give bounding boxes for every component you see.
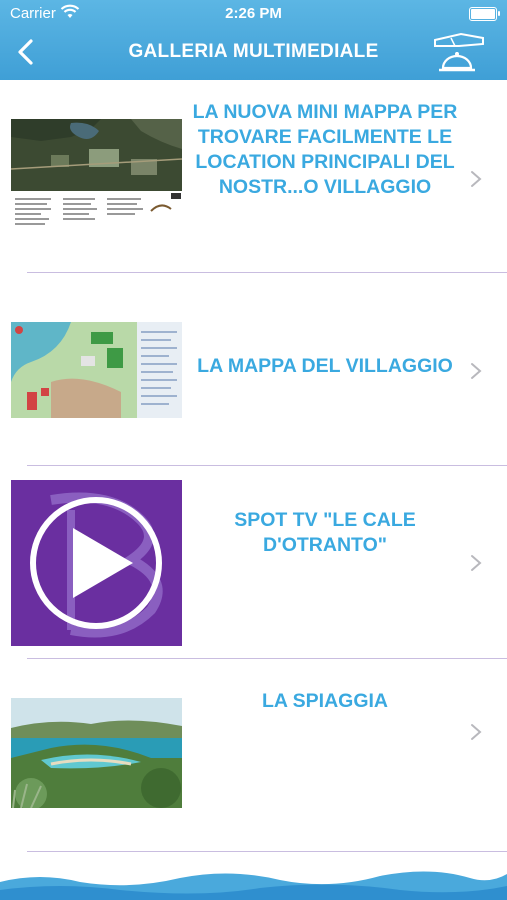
gallery-item-beach[interactable]: LA SPIAGGIA — [0, 659, 507, 852]
video-thumbnail — [11, 480, 182, 646]
chevron-right-icon — [471, 555, 482, 571]
row-separator — [27, 851, 507, 852]
gallery-item-title: LA SPIAGGIA — [261, 690, 389, 712]
gallery-item-title: LA MAPPA DEL VILLAGGIO — [197, 355, 453, 377]
gallery-list: LA NUOVA MINI MAPPA PER TROVARE FACILMEN… — [0, 80, 507, 852]
gallery-item-village-map[interactable]: LA MAPPA DEL VILLAGGIO — [0, 273, 507, 466]
village-map-thumbnail — [11, 322, 182, 418]
battery-icon — [469, 7, 500, 21]
beach-photo-thumbnail — [11, 698, 182, 808]
service-bell-icon[interactable] — [429, 30, 489, 74]
footer-wave-decoration — [0, 871, 507, 900]
aerial-map-thumbnail — [11, 119, 182, 229]
nav-bar: Carrier 2:26 PM GALLERIA MULTIMEDIALE — [0, 0, 507, 80]
status-bar: Carrier 2:26 PM — [0, 0, 507, 28]
gallery-item-mini-map[interactable]: LA NUOVA MINI MAPPA PER TROVARE FACILMEN… — [0, 80, 507, 273]
chevron-right-icon — [471, 724, 482, 740]
gallery-item-tv-spot[interactable]: SPOT TV "LE CALE D'OTRANTO" — [0, 466, 507, 659]
gallery-item-title: SPOT TV "LE CALE D'OTRANTO" — [234, 509, 416, 556]
chevron-right-icon — [471, 363, 482, 379]
gallery-item-title: LA NUOVA MINI MAPPA PER TROVARE FACILMEN… — [192, 101, 458, 198]
status-time: 2:26 PM — [225, 5, 282, 22]
chevron-right-icon — [471, 171, 482, 187]
